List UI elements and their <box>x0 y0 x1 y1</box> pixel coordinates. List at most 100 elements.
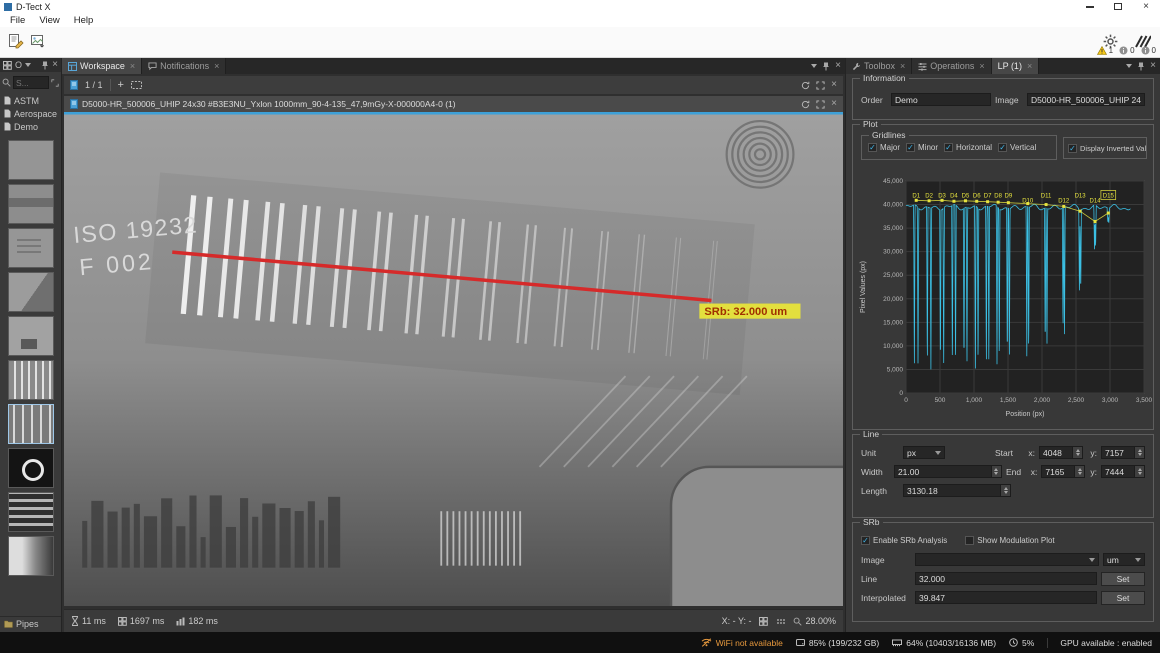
length-input[interactable] <box>903 484 1001 497</box>
image-viewport[interactable]: ISO 19232 F 002 SRb: 32.000 um <box>64 112 843 606</box>
srb-image-dropdown[interactable] <box>915 553 1099 566</box>
export-image-button[interactable] <box>28 31 48 51</box>
checkbox-box[interactable]: ✓ <box>944 143 953 152</box>
tab-notifications[interactable]: Notifications× <box>142 58 226 74</box>
unit-dropdown[interactable]: px <box>903 446 945 459</box>
checkbox-vertical[interactable]: ✓Vertical <box>998 143 1036 152</box>
warnings-badge[interactable]: 1 <box>1097 46 1113 55</box>
refresh-icon[interactable] <box>801 81 810 90</box>
close-panel-button[interactable]: × <box>1150 61 1156 71</box>
library-header-label[interactable]: O <box>15 60 22 70</box>
srb-interpolated-input[interactable] <box>915 591 1097 604</box>
profile-chart[interactable]: 05001,0001,5002,0002,5003,0003,50005,000… <box>856 169 1152 427</box>
width-spinner[interactable] <box>992 465 1002 478</box>
checkbox-box[interactable]: ✓ <box>1068 144 1077 153</box>
checkbox-box[interactable]: ✓ <box>998 143 1007 152</box>
svg-text:20,000: 20,000 <box>883 296 903 303</box>
checkbox-minor[interactable]: ✓Minor <box>906 143 938 152</box>
checkbox-horizontal[interactable]: ✓Horizontal <box>944 143 992 152</box>
minimize-button[interactable] <box>1076 0 1104 13</box>
image-name-input[interactable] <box>1027 93 1145 106</box>
chevron-down-icon[interactable] <box>811 64 817 68</box>
pin-icon[interactable] <box>1137 62 1145 71</box>
checkbox-display-inverted-values[interactable]: ✓Display Inverted Values <box>1068 144 1147 153</box>
status-bar: WiFi not available85% (199/232 GB)64% (1… <box>0 632 1160 653</box>
close-view-button[interactable]: × <box>831 80 837 90</box>
pin-icon[interactable] <box>822 62 830 71</box>
length-spinner[interactable] <box>1001 484 1011 497</box>
edit-report-button[interactable] <box>6 31 26 51</box>
thumbnail-2[interactable] <box>8 184 54 224</box>
close-panel-button[interactable]: × <box>52 60 58 70</box>
menu-file[interactable]: File <box>3 15 32 26</box>
zoom-in-button[interactable]: + <box>118 79 124 91</box>
tab-lp-1[interactable]: LP (1)× <box>992 58 1040 74</box>
start-y-input[interactable] <box>1101 446 1135 459</box>
thumbnail-9[interactable] <box>8 492 54 532</box>
checkbox-show-modulation-plot[interactable]: Show Modulation Plot <box>965 536 1054 545</box>
close-image-button[interactable]: × <box>831 99 837 109</box>
thumbnail-6[interactable] <box>8 360 54 400</box>
checkbox-box[interactable]: ✓ <box>906 143 915 152</box>
info-badge[interactable]: 0 <box>1119 46 1134 55</box>
chevron-down-icon[interactable] <box>25 63 31 67</box>
close-button[interactable]: × <box>1132 0 1160 13</box>
tree-item-aerospace[interactable]: Aerospace <box>0 107 61 120</box>
tree-item-demo[interactable]: Demo <box>0 120 61 133</box>
tab-close-icon[interactable]: × <box>214 61 219 71</box>
end-x-input[interactable] <box>1041 465 1075 478</box>
expand-search-icon[interactable] <box>51 79 59 87</box>
tab-close-icon[interactable]: × <box>979 61 984 71</box>
menu-view[interactable]: View <box>32 15 66 26</box>
start-x-spinner[interactable] <box>1073 446 1083 459</box>
grid-toggle-icon[interactable] <box>759 617 768 626</box>
srb-unit-dropdown[interactable]: um <box>1103 553 1145 566</box>
srb-line-input[interactable] <box>915 572 1097 585</box>
refresh-icon[interactable] <box>801 100 810 109</box>
thumbnail-1[interactable] <box>8 140 54 180</box>
pin-icon[interactable] <box>41 61 49 70</box>
thumbnail-8[interactable] <box>8 448 54 488</box>
chevron-down-icon[interactable] <box>1126 64 1132 68</box>
marquee-select-icon[interactable] <box>131 81 142 89</box>
tab-workspace[interactable]: Workspace × <box>62 58 142 74</box>
maximize-button[interactable] <box>1104 0 1132 13</box>
xray-image[interactable]: ISO 19232 F 002 SRb: 32.000 um <box>64 112 843 606</box>
viewer-toolbar: 1 / 1 + × <box>64 76 843 94</box>
fullscreen-icon[interactable] <box>816 81 825 90</box>
tab-close-icon[interactable]: × <box>900 61 905 71</box>
tab-toolbox[interactable]: Toolbox× <box>846 58 912 74</box>
tab-label: Workspace <box>80 61 125 71</box>
menu-help[interactable]: Help <box>67 15 101 26</box>
thumbnail-4[interactable] <box>8 272 54 312</box>
end-y-input[interactable] <box>1101 465 1135 478</box>
tab-close-icon[interactable]: × <box>1027 61 1032 71</box>
srb-interpolated-set-button[interactable]: Set <box>1101 591 1145 605</box>
tab-operations[interactable]: Operations× <box>912 58 991 74</box>
start-x-input[interactable] <box>1039 446 1073 459</box>
srb-line-set-button[interactable]: Set <box>1101 572 1145 586</box>
end-x-spinner[interactable] <box>1075 465 1085 478</box>
thumbnail-7[interactable] <box>8 404 54 444</box>
checkbox-box[interactable] <box>965 536 974 545</box>
zoom-level[interactable]: 28.00% <box>805 616 836 626</box>
sidebar-item-pipes[interactable]: Pipes <box>0 616 61 630</box>
order-input[interactable] <box>891 93 991 106</box>
tree-item-astm[interactable]: ASTM <box>0 94 61 107</box>
thumbnail-5[interactable] <box>8 316 54 356</box>
thumbnail-10[interactable] <box>8 536 54 576</box>
fullscreen-icon[interactable] <box>816 100 825 109</box>
close-panel-button[interactable]: × <box>835 61 841 71</box>
start-y-spinner[interactable] <box>1135 446 1145 459</box>
pixel-grid-icon[interactable] <box>776 617 785 626</box>
width-input[interactable] <box>894 465 992 478</box>
end-y-spinner[interactable] <box>1135 465 1145 478</box>
checkbox-box[interactable]: ✓ <box>861 536 870 545</box>
tab-close-icon[interactable]: × <box>130 61 135 71</box>
message-badge[interactable]: 0 <box>1141 46 1156 55</box>
thumbnail-3[interactable] <box>8 228 54 268</box>
search-input[interactable] <box>13 76 49 89</box>
checkbox-enable-srb-analysis[interactable]: ✓Enable SRb Analysis <box>861 536 947 545</box>
checkbox-box[interactable]: ✓ <box>868 143 877 152</box>
checkbox-major[interactable]: ✓Major <box>868 143 900 152</box>
